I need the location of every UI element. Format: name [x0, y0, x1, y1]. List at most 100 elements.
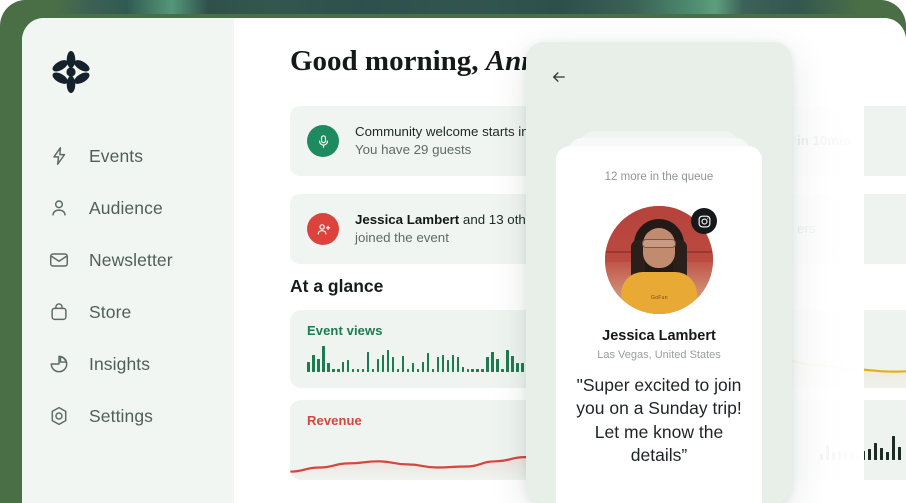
sidebar-item-newsletter[interactable]: Newsletter	[47, 234, 227, 286]
sparkline-bar	[346, 360, 350, 372]
microphone-icon	[307, 125, 339, 157]
sparkline-bar	[416, 368, 420, 372]
sparkline-bar	[376, 359, 380, 372]
sparkline-bar	[446, 360, 450, 372]
sidebar-item-settings[interactable]: Settings	[47, 390, 227, 442]
shopping-bag-icon	[47, 300, 71, 324]
sparkline-bar	[307, 361, 310, 372]
app-outer-frame: Events Audience Newsletter Store Insight…	[0, 0, 906, 503]
greeting-prefix: Good morning,	[290, 45, 486, 77]
sidebar-item-label: Events	[89, 145, 144, 166]
sparkline-bar	[466, 368, 470, 372]
sparkline-bar	[361, 368, 365, 372]
sparkline-bar	[431, 368, 435, 372]
profile-quote: "Super excited to join you on a Sunday t…	[576, 375, 742, 465]
stat-card-title: Revenue	[307, 413, 362, 428]
sidebar-item-label: Settings	[89, 405, 154, 426]
sparkline-bar	[326, 362, 330, 372]
sparkline-bar	[471, 368, 475, 372]
sidebar: Events Audience Newsletter Store Insight…	[22, 18, 234, 503]
envelope-icon	[47, 248, 71, 272]
sparkline-bar	[874, 443, 877, 460]
sparkline-bar	[844, 450, 847, 460]
sidebar-item-insights[interactable]: Insights	[47, 338, 227, 390]
instagram-icon[interactable]	[691, 208, 717, 234]
sparkline-bar	[898, 447, 901, 460]
sparkline-bar	[421, 361, 425, 372]
sparkline-bar	[862, 450, 865, 460]
sparkline-bar	[351, 368, 355, 372]
notification-text: ers	[797, 220, 815, 238]
stat-card-secondary-dark[interactable]	[780, 400, 906, 480]
sparkline-bar	[501, 368, 504, 372]
sidebar-item-label: Audience	[89, 197, 163, 218]
sidebar-item-store[interactable]: Store	[47, 286, 227, 338]
person-icon	[47, 196, 71, 220]
sparkline-bar	[311, 354, 315, 372]
sparkline-bar	[371, 368, 375, 372]
sparkline-bar	[426, 353, 430, 372]
sidebar-item-audience[interactable]: Audience	[47, 182, 227, 234]
notification-title: in 10min	[797, 133, 851, 149]
notification-card-secondary[interactable]: ers	[780, 194, 906, 264]
queue-card[interactable]: 12 more in the queue GoFun Jessica Lambe…	[556, 146, 762, 503]
page-title: Good morning, Anna	[290, 45, 552, 78]
sparkline-bar	[356, 368, 360, 372]
sparkline-bar	[381, 354, 385, 372]
sparkline-bar	[441, 354, 445, 372]
sparkline-bar	[336, 368, 340, 372]
sidebar-item-label: Newsletter	[89, 249, 173, 270]
section-heading-at-a-glance: At a glance	[290, 276, 384, 296]
sparkline-bar	[391, 356, 395, 372]
sidebar-item-events[interactable]: Events	[47, 130, 227, 182]
sparkline-bar	[496, 359, 499, 372]
sparkline-bar	[832, 451, 835, 460]
avatar-wrapper: GoFun	[605, 206, 717, 314]
sparkline-bar	[316, 359, 320, 372]
sidebar-nav: Events Audience Newsletter Store Insight…	[47, 130, 227, 442]
gold-sparkline	[780, 340, 906, 388]
lightning-bolt-icon	[47, 144, 71, 168]
sparkline-bar	[341, 361, 345, 372]
sparkline-bar	[521, 362, 524, 372]
sparkline-bar	[366, 352, 370, 372]
notification-title: Jessica Lambert and 13 others	[355, 212, 545, 228]
profile-location: Las Vegas, United States	[597, 349, 721, 361]
sparkline-bar	[481, 368, 485, 372]
sparkline-bar	[850, 451, 853, 460]
hexagon-gear-icon	[47, 404, 71, 428]
phone-overlay: 12 more in the queue GoFun Jessica Lambe…	[526, 42, 792, 503]
sparkline-bar	[506, 349, 509, 372]
sparkline-bar	[411, 362, 415, 372]
asterisk-logo-icon[interactable]	[47, 48, 95, 96]
stat-card-secondary-gold[interactable]	[780, 310, 906, 388]
sparkline-bar	[436, 356, 440, 372]
stat-card-title: Event views	[307, 323, 383, 338]
sparkline-bar	[456, 356, 460, 372]
arrow-left-icon[interactable]	[548, 66, 570, 88]
top-photo-strip	[0, 0, 906, 14]
pie-chart-icon	[47, 352, 71, 376]
sparkline-bar	[491, 352, 495, 372]
dark-sparkline	[820, 434, 901, 460]
sparkline-bar	[386, 349, 390, 372]
sidebar-item-label: Insights	[89, 353, 151, 374]
sparkline-bar	[321, 346, 325, 372]
queue-count-label: 12 more in the queue	[604, 171, 714, 183]
notification-card-secondary[interactable]: in 10min	[780, 106, 906, 176]
sparkline-bar	[486, 356, 490, 372]
sparkline-bar	[856, 450, 859, 460]
sparkline-bar	[476, 368, 480, 372]
person-add-icon	[307, 213, 339, 245]
notification-text: in 10min	[797, 132, 851, 150]
sparkline-bar	[451, 354, 455, 372]
sparkline-bar	[820, 454, 823, 460]
sidebar-item-label: Store	[89, 301, 132, 322]
sparkline-bar	[396, 368, 400, 372]
sparkline-bar	[406, 368, 410, 372]
sparkline-bar	[826, 445, 829, 460]
notification-subtitle: joined the event	[355, 230, 449, 245]
sparkline-bar	[461, 367, 465, 372]
sparkline-bar	[868, 448, 871, 460]
sparkline-bar	[511, 355, 514, 372]
